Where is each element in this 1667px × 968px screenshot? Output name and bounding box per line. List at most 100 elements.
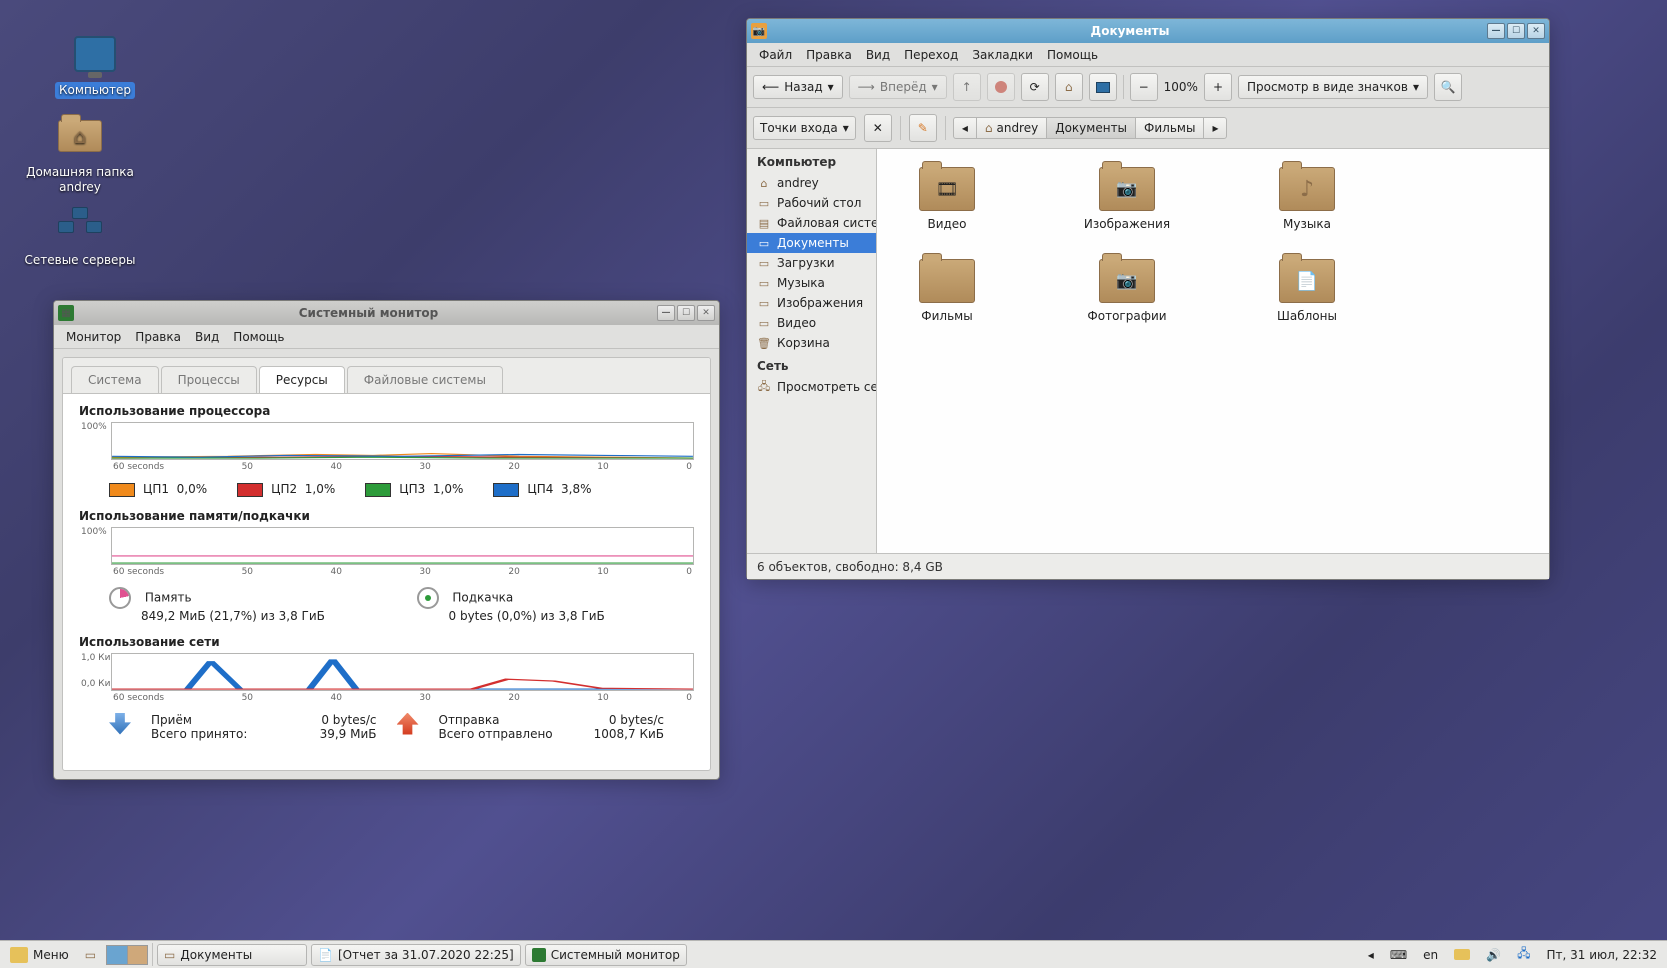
y-axis-label: 100%	[81, 527, 107, 537]
sidebar-item-downloads[interactable]: ▭Загрузки	[747, 253, 876, 273]
tab-system[interactable]: Система	[71, 366, 159, 393]
minimize-button[interactable]: —	[1487, 23, 1505, 39]
stop-icon	[995, 81, 1007, 93]
edit-path-button[interactable]: ✎	[909, 114, 937, 142]
menu-edit[interactable]: Правка	[800, 45, 858, 65]
sidebar-item-browse-network[interactable]: 🖧Просмотреть сеть	[747, 377, 876, 397]
menu-view[interactable]: Вид	[189, 327, 225, 347]
task-sysmon[interactable]: Системный монитор	[525, 944, 687, 966]
titlebar[interactable]: ▦ Системный монитор — ☐ ✕	[54, 301, 719, 325]
pencil-icon: ✎	[918, 121, 928, 135]
folder-item-films[interactable]: Фильмы	[887, 259, 1007, 323]
close-sidebar-button[interactable]: ✕	[864, 114, 892, 142]
taskbar: Меню ▭ ▭Документы 📄[Отчет за 31.07.2020 …	[0, 940, 1667, 968]
up-button[interactable]: ↑	[953, 73, 981, 101]
folder-icon	[1279, 259, 1335, 303]
workspace-switcher[interactable]	[106, 945, 148, 965]
home-button[interactable]: ⌂	[1055, 73, 1083, 101]
folder-item-photos[interactable]: Фотографии	[1067, 259, 1187, 323]
x-axis: 60 seconds50403020100	[111, 462, 694, 478]
sidebar-item-videos[interactable]: ▭Видео	[747, 313, 876, 333]
zoom-in-button[interactable]: +	[1204, 73, 1232, 101]
maximize-button[interactable]: ☐	[1507, 23, 1525, 39]
zoom-out-button[interactable]: −	[1130, 73, 1158, 101]
chevron-down-icon: ▾	[828, 80, 834, 94]
desktop-icon-computer[interactable]: Компьютер	[30, 30, 160, 99]
back-icon: ⟵	[762, 80, 779, 94]
titlebar[interactable]: 📷 Документы — ☐ ✕	[747, 19, 1549, 43]
back-button[interactable]: ⟵Назад ▾	[753, 75, 843, 99]
desktop-icon-network[interactable]: Сетевые серверы	[15, 200, 145, 269]
folder-item-images[interactable]: Изображения	[1067, 167, 1187, 231]
document-icon: 📄	[318, 948, 333, 962]
crumb-forward[interactable]: ▸	[1203, 117, 1227, 139]
minimize-button[interactable]: —	[657, 305, 675, 321]
forward-button[interactable]: ⟶Вперёд ▾	[849, 75, 947, 99]
sidebar-item-pictures[interactable]: ▭Изображения	[747, 293, 876, 313]
folder-icon: ▭	[757, 196, 771, 210]
mem-heading: Использование памяти/подкачки	[79, 509, 694, 523]
tab-resources[interactable]: Ресурсы	[259, 366, 345, 393]
folder-item-music[interactable]: Музыка	[1247, 167, 1367, 231]
menu-go[interactable]: Переход	[898, 45, 964, 65]
crumb-back[interactable]: ◂	[953, 117, 977, 139]
computer-button[interactable]	[1089, 73, 1117, 101]
tray-keyboard[interactable]: ⌨	[1384, 944, 1413, 966]
icon-view[interactable]: Видео Изображения Музыка Фильмы Фотограф…	[877, 149, 1549, 553]
folder-item-video[interactable]: Видео	[887, 167, 1007, 231]
desktop-icon-home[interactable]: Домашняя папка andrey	[15, 112, 145, 196]
app-icon: 📷	[751, 23, 767, 39]
folder-icon: ▭	[757, 316, 771, 330]
folder-icon	[919, 167, 975, 211]
folder-item-templates[interactable]: Шаблоны	[1247, 259, 1367, 323]
sidebar-item-home[interactable]: ⌂andrey	[747, 173, 876, 193]
menu-help[interactable]: Помощь	[227, 327, 290, 347]
tray-clock[interactable]: Пт, 31 июл, 22:32	[1540, 944, 1663, 966]
view-mode-select[interactable]: Просмотр в виде значков ▾	[1238, 75, 1428, 99]
tray-display[interactable]	[1448, 944, 1476, 966]
menu-monitor[interactable]: Монитор	[60, 327, 127, 347]
menu-file[interactable]: Файл	[753, 45, 798, 65]
places-dropdown[interactable]: Точки входа▾	[753, 116, 856, 140]
tray-lang[interactable]: en	[1417, 944, 1444, 966]
folder-icon: ▭	[164, 948, 175, 962]
sidebar-item-trash[interactable]: 🗑Корзина	[747, 333, 876, 353]
display-icon	[1454, 949, 1470, 960]
maximize-button[interactable]: ☐	[677, 305, 695, 321]
tray-network[interactable]: 🖧	[1511, 944, 1536, 966]
net-heading: Использование сети	[79, 635, 694, 649]
crumb-docs[interactable]: Документы	[1046, 117, 1136, 139]
folder-icon	[919, 259, 975, 303]
reload-button[interactable]: ⟳	[1021, 73, 1049, 101]
tray-volume[interactable]: 🔊	[1480, 944, 1507, 966]
crumb-home[interactable]: ⌂andrey	[976, 117, 1047, 139]
search-button[interactable]: 🔍	[1434, 73, 1462, 101]
sidebar-item-documents[interactable]: ▭Документы	[747, 233, 876, 253]
sidebar-item-desktop[interactable]: ▭Рабочий стол	[747, 193, 876, 213]
menu-help[interactable]: Помощь	[1041, 45, 1104, 65]
task-documents[interactable]: ▭Документы	[157, 944, 307, 966]
tray-collapse[interactable]: ◂	[1362, 944, 1380, 966]
distro-icon	[10, 947, 28, 963]
nav-toolbar: ⟵Назад ▾ ⟶Вперёд ▾ ↑ ⟳ ⌂ − 100% + Просмо…	[747, 67, 1549, 108]
network-icon	[58, 207, 102, 241]
breadcrumb: ◂ ⌂andrey Документы Фильмы ▸	[954, 117, 1228, 139]
monitor-icon	[1096, 82, 1110, 93]
task-report[interactable]: 📄[Отчет за 31.07.2020 22:25]	[311, 944, 521, 966]
crumb-films[interactable]: Фильмы	[1135, 117, 1204, 139]
desktop-icon: ▭	[85, 948, 96, 962]
up-icon: ↑	[962, 80, 972, 94]
sidebar-item-music[interactable]: ▭Музыка	[747, 273, 876, 293]
stop-button[interactable]	[987, 73, 1015, 101]
network-icon: 🖧	[757, 380, 771, 394]
menu-button[interactable]: Меню	[4, 944, 75, 966]
tab-processes[interactable]: Процессы	[161, 366, 257, 393]
tab-filesystems[interactable]: Файловые системы	[347, 366, 503, 393]
menu-bookmarks[interactable]: Закладки	[966, 45, 1039, 65]
close-button[interactable]: ✕	[697, 305, 715, 321]
close-button[interactable]: ✕	[1527, 23, 1545, 39]
menu-view[interactable]: Вид	[860, 45, 896, 65]
sidebar-item-filesystem[interactable]: ▤Файловая систе…	[747, 213, 876, 233]
show-desktop-button[interactable]: ▭	[79, 944, 102, 966]
menu-edit[interactable]: Правка	[129, 327, 187, 347]
